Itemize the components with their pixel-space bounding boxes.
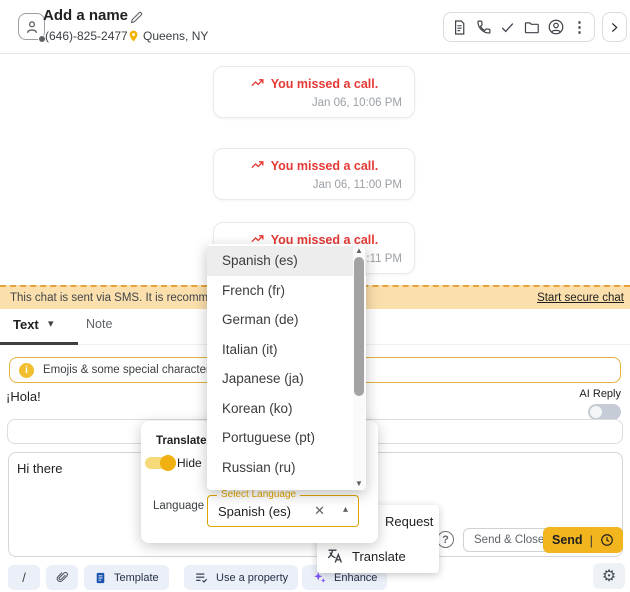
language-dropdown: Spanish (es) French (fr) German (de) Ita… bbox=[207, 244, 366, 490]
send-and-close-button[interactable]: Send & Close bbox=[463, 528, 556, 552]
help-icon[interactable]: ? bbox=[437, 531, 454, 548]
check-icon[interactable] bbox=[499, 19, 516, 36]
start-secure-chat-link[interactable]: Start secure chat bbox=[531, 292, 624, 304]
header-actions: ⋮ bbox=[443, 12, 595, 42]
scroll-up-icon[interactable]: ▲ bbox=[353, 246, 365, 255]
language-option[interactable]: Portuguese (pt) bbox=[207, 423, 366, 453]
send-button[interactable]: Send | bbox=[543, 527, 623, 553]
clear-icon[interactable]: ✕ bbox=[314, 503, 325, 519]
ai-reply-label: AI Reply bbox=[579, 388, 621, 400]
gear-icon: ⚙ bbox=[601, 568, 617, 585]
use-property-button[interactable]: Use a property bbox=[184, 565, 299, 590]
language-option[interactable]: Russian (ru) bbox=[207, 453, 366, 483]
folder-icon[interactable] bbox=[523, 19, 540, 36]
missed-call-icon bbox=[251, 79, 264, 87]
tab-text-caret-icon[interactable]: ▾ bbox=[48, 317, 54, 330]
more-options-icon[interactable]: ⋮ bbox=[572, 18, 587, 36]
agent-icon[interactable] bbox=[547, 18, 565, 36]
hide-toggle-label: Hide bbox=[177, 456, 202, 470]
caret-up-icon[interactable]: ▴ bbox=[343, 504, 348, 515]
language-option[interactable]: German (de) bbox=[207, 305, 366, 335]
slash-command-button[interactable]: / bbox=[8, 565, 40, 590]
call-icon[interactable] bbox=[475, 19, 492, 36]
schedule-send-icon[interactable] bbox=[600, 533, 614, 547]
language-select[interactable]: Select Language Spanish (es) ✕ ▴ bbox=[207, 489, 359, 527]
tab-text[interactable]: Text bbox=[13, 317, 39, 332]
contact-name: Add a name bbox=[43, 7, 129, 24]
language-option[interactable]: Korean (ko) bbox=[207, 394, 366, 424]
person-icon bbox=[26, 20, 37, 33]
missed-call-icon bbox=[251, 161, 264, 169]
incoming-message-text: ¡Hola! bbox=[6, 389, 41, 404]
translate-icon bbox=[327, 549, 343, 563]
slash-icon: / bbox=[22, 570, 26, 585]
dropdown-scrollbar[interactable]: ▲ ▼ bbox=[353, 245, 365, 489]
info-icon: i bbox=[19, 362, 34, 378]
language-option[interactable]: Spanish (es) bbox=[207, 246, 366, 276]
active-tab-underline bbox=[0, 342, 78, 345]
scroll-down-icon[interactable]: ▼ bbox=[353, 479, 365, 488]
collapse-panel-button[interactable] bbox=[602, 12, 627, 42]
missed-call-text: You missed a call. bbox=[270, 76, 379, 91]
message-time: Jan 06, 11:00 PM bbox=[312, 179, 402, 191]
missed-call-card: You missed a call. Jan 06, 11:00 PM bbox=[213, 148, 415, 200]
scrollbar-thumb[interactable] bbox=[354, 257, 364, 396]
ai-reply-toggle[interactable] bbox=[588, 404, 621, 420]
contact-phone: (646)-825-2477 bbox=[45, 29, 128, 43]
hide-toggle[interactable] bbox=[145, 455, 176, 471]
missed-call-card: You missed a call. Jan 06, 10:06 PM bbox=[213, 66, 415, 118]
template-button[interactable]: Template bbox=[84, 565, 169, 590]
contact-header: Add a name (646)-825-2477 Queens, NY ⋮ bbox=[0, 0, 630, 54]
send-divider: | bbox=[589, 532, 593, 548]
chevron-right-icon bbox=[611, 22, 618, 32]
message-time: Jan 06, 10:06 PM bbox=[311, 97, 402, 109]
template-doc-icon bbox=[96, 572, 105, 583]
language-option[interactable]: Japanese (ja) bbox=[207, 364, 366, 394]
language-label: Language bbox=[153, 500, 205, 512]
language-select-value: Spanish (es) bbox=[218, 504, 291, 519]
missed-call-text: You missed a call. bbox=[270, 158, 379, 173]
language-option[interactable]: Italian (it) bbox=[207, 335, 366, 365]
contact-location: Queens, NY bbox=[143, 29, 209, 43]
menu-item-request[interactable]: Request bbox=[385, 514, 433, 529]
list-check-icon bbox=[196, 573, 208, 583]
settings-button[interactable]: ⚙ bbox=[593, 563, 625, 589]
menu-item-translate[interactable]: Translate bbox=[327, 548, 406, 564]
location-pin-icon bbox=[127, 29, 140, 43]
summary-doc-icon[interactable] bbox=[451, 19, 468, 36]
language-option[interactable]: Chinese (zh) bbox=[207, 482, 366, 490]
message-input-text: Hi there bbox=[17, 461, 63, 476]
paperclip-icon bbox=[56, 572, 68, 583]
language-select-floating-label: Select Language bbox=[217, 489, 301, 500]
attach-file-button[interactable] bbox=[46, 565, 78, 590]
language-option[interactable]: French (fr) bbox=[207, 276, 366, 306]
tab-note[interactable]: Note bbox=[86, 317, 112, 331]
edit-name-icon[interactable] bbox=[129, 10, 144, 25]
